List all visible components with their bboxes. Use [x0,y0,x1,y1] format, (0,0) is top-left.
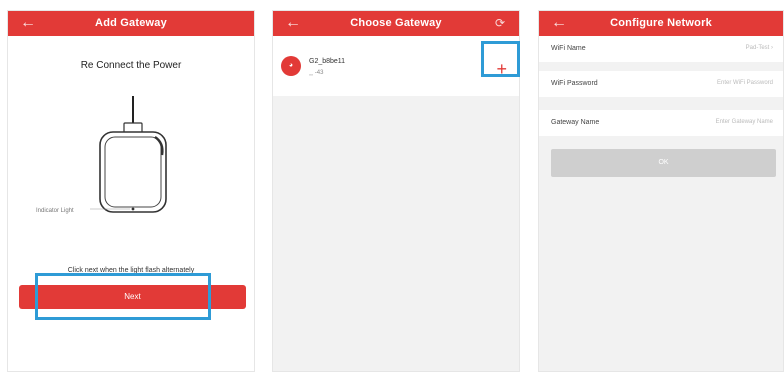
page-title: Configure Network [610,17,712,29]
gateway-name-label: Gateway Name [551,119,600,126]
chevron-right-icon: › [771,45,773,51]
gateway-name-row[interactable]: Gateway Name Enter Gateway Name [539,110,783,136]
gateway-device-illustration [90,96,167,213]
wifi-password-label: WiFi Password [551,80,598,87]
wifi-password-input[interactable]: Enter WiFi Password [717,80,773,86]
wifi-name-row[interactable]: WiFi Name Pad-Test › [539,36,783,62]
signal-value: -43 [314,70,324,76]
configure-network-screen: ← Configure Network WiFi Name Pad-Test ›… [538,10,784,372]
refresh-icon[interactable]: ⟳ [495,16,505,30]
title-bar: ← Choose Gateway ⟳ [273,11,519,36]
gateway-name: G2_b8be11 [309,58,346,65]
indicator-light-label: Indicator Light [36,208,74,214]
gateway-name-input[interactable]: Enter Gateway Name [716,119,773,125]
title-bar: ← Configure Network [539,11,783,36]
wifi-name-value[interactable]: Pad-Test › [746,45,773,51]
wifi-name-label: WiFi Name [551,45,586,52]
gateway-icon: ◕ [281,56,301,76]
indicator-light-icon [131,207,135,211]
signal-icon: ‸‸ [309,70,314,76]
signal-strength: ‸‸ -43 [309,69,323,76]
highlight-box-add [481,41,520,77]
page-title: Choose Gateway [350,17,442,29]
ok-button[interactable]: OK [551,149,776,177]
wifi-password-row[interactable]: WiFi Password Enter WiFi Password [539,71,783,97]
highlight-box-next [35,273,211,320]
